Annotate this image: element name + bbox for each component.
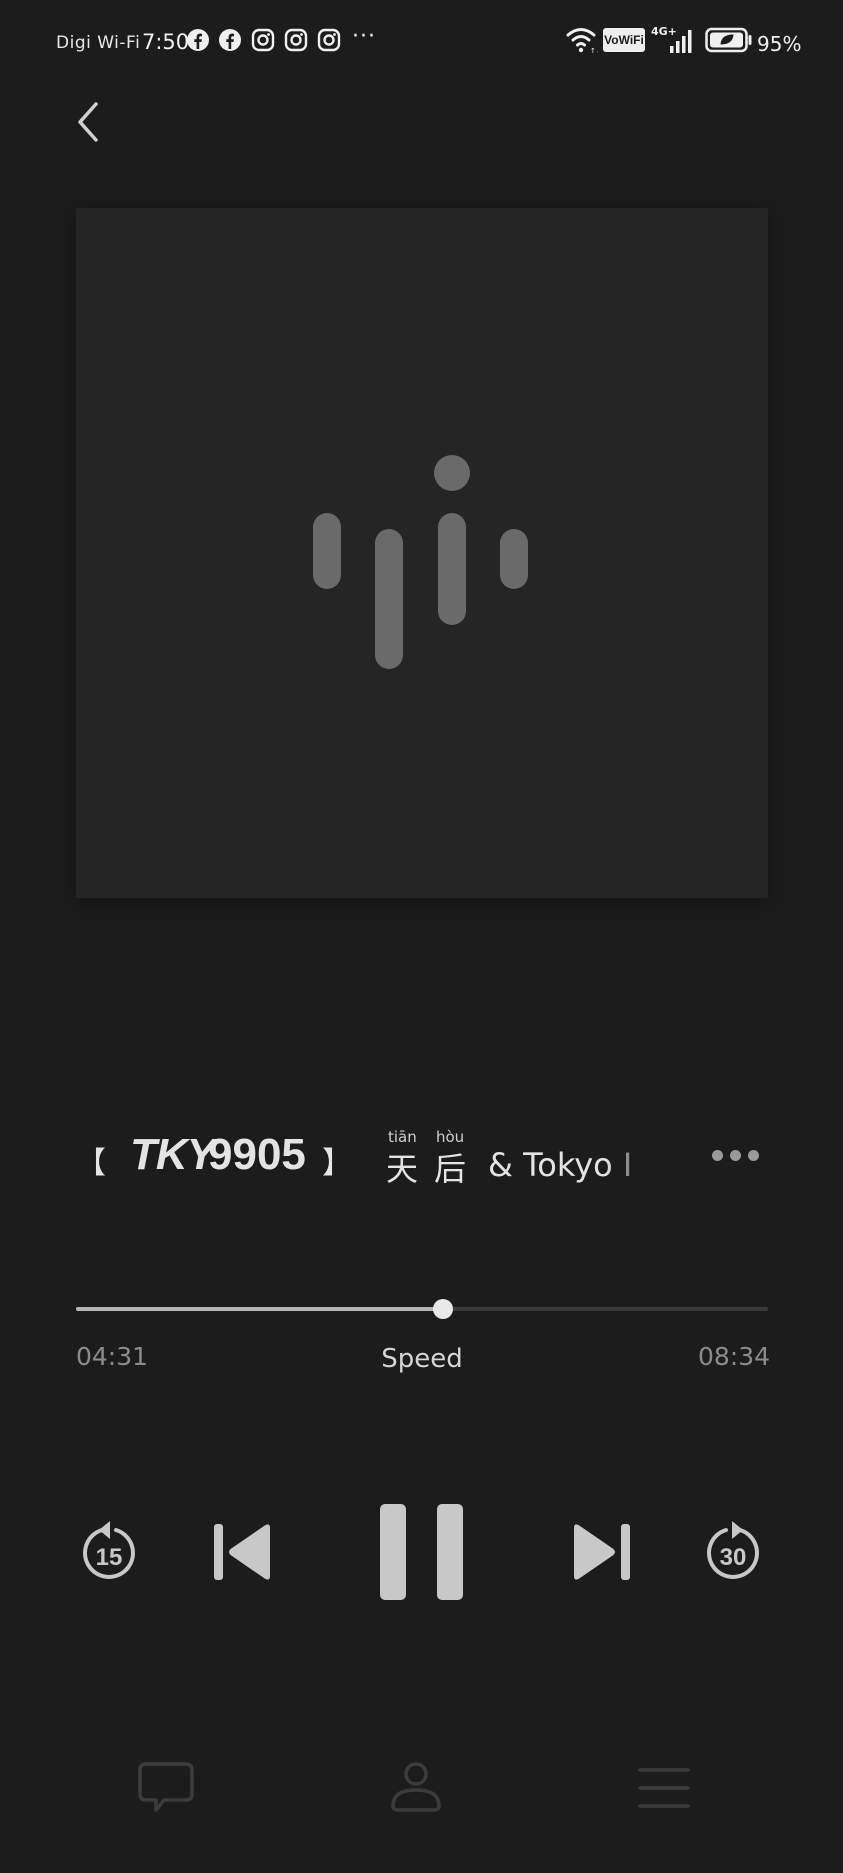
battery-icon (705, 27, 752, 53)
vowifi-badge: VoWiFi (603, 28, 645, 52)
forward-seconds: 30 (720, 1544, 747, 1571)
more-dot (730, 1150, 741, 1161)
next-track-button[interactable] (568, 1522, 632, 1582)
title-code-letters: TKY (130, 1130, 216, 1179)
speed-button[interactable]: Speed (372, 1344, 472, 1374)
battery-percentage: 95% (757, 32, 802, 56)
more-options-button[interactable] (710, 1140, 764, 1170)
rewind-seconds: 15 (96, 1544, 123, 1571)
progress-thumb[interactable] (432, 1299, 453, 1319)
back-button[interactable] (66, 96, 114, 148)
profile-tab[interactable] (376, 1750, 456, 1830)
pause-bar (380, 1504, 406, 1600)
episode-title: 【 TKY 9905 】 tiān 天 hòu 后 & Tokyo I (76, 1122, 656, 1192)
instagram-icon (284, 28, 308, 52)
title-bracket-close: 】 (322, 1146, 352, 1181)
more-notifications-icon: ··· (352, 24, 376, 49)
album-artwork (76, 208, 768, 898)
total-time: 08:34 (698, 1342, 771, 1371)
forward-30-button[interactable]: 30 (704, 1520, 762, 1582)
signal-icon (670, 30, 692, 53)
previous-track-button[interactable] (212, 1522, 276, 1582)
title-bracket-open: 【 (76, 1146, 106, 1181)
svg-text:↑↓: ↑↓ (590, 47, 598, 54)
status-bar: Digi Wi-Fi 7:50 ··· ↑↓ VoWiFi 4G+ (0, 0, 843, 80)
wifi-icon: ↑↓ (566, 28, 598, 54)
facebook-icon (219, 29, 241, 51)
progress-fill (76, 1307, 443, 1311)
menu-icon (638, 1768, 690, 1808)
menu-tab[interactable] (624, 1750, 704, 1830)
more-dot (748, 1150, 759, 1161)
profile-icon (391, 1762, 441, 1812)
pause-button[interactable] (380, 1504, 464, 1600)
progress-bar[interactable] (76, 1299, 768, 1319)
chevron-left-icon (78, 102, 98, 142)
elapsed-time: 04:31 (76, 1342, 149, 1371)
comments-tab[interactable] (126, 1750, 206, 1830)
title-hanzi-1: 天 (386, 1150, 419, 1188)
title-hanzi-2: 后 (434, 1150, 467, 1188)
more-dot (712, 1150, 723, 1161)
carrier-name: Digi Wi-Fi (56, 33, 141, 53)
clock: 7:50 (142, 30, 190, 54)
title-code-digits: 9905 (208, 1130, 306, 1179)
facebook-icon (187, 29, 209, 51)
instagram-icon (317, 28, 341, 52)
instagram-icon (251, 28, 275, 52)
pause-bar (437, 1504, 463, 1600)
app-logo-icon (313, 455, 528, 669)
title-fade (606, 1122, 656, 1192)
rewind-15-button[interactable]: 15 (80, 1520, 138, 1582)
comment-icon (138, 1762, 194, 1812)
